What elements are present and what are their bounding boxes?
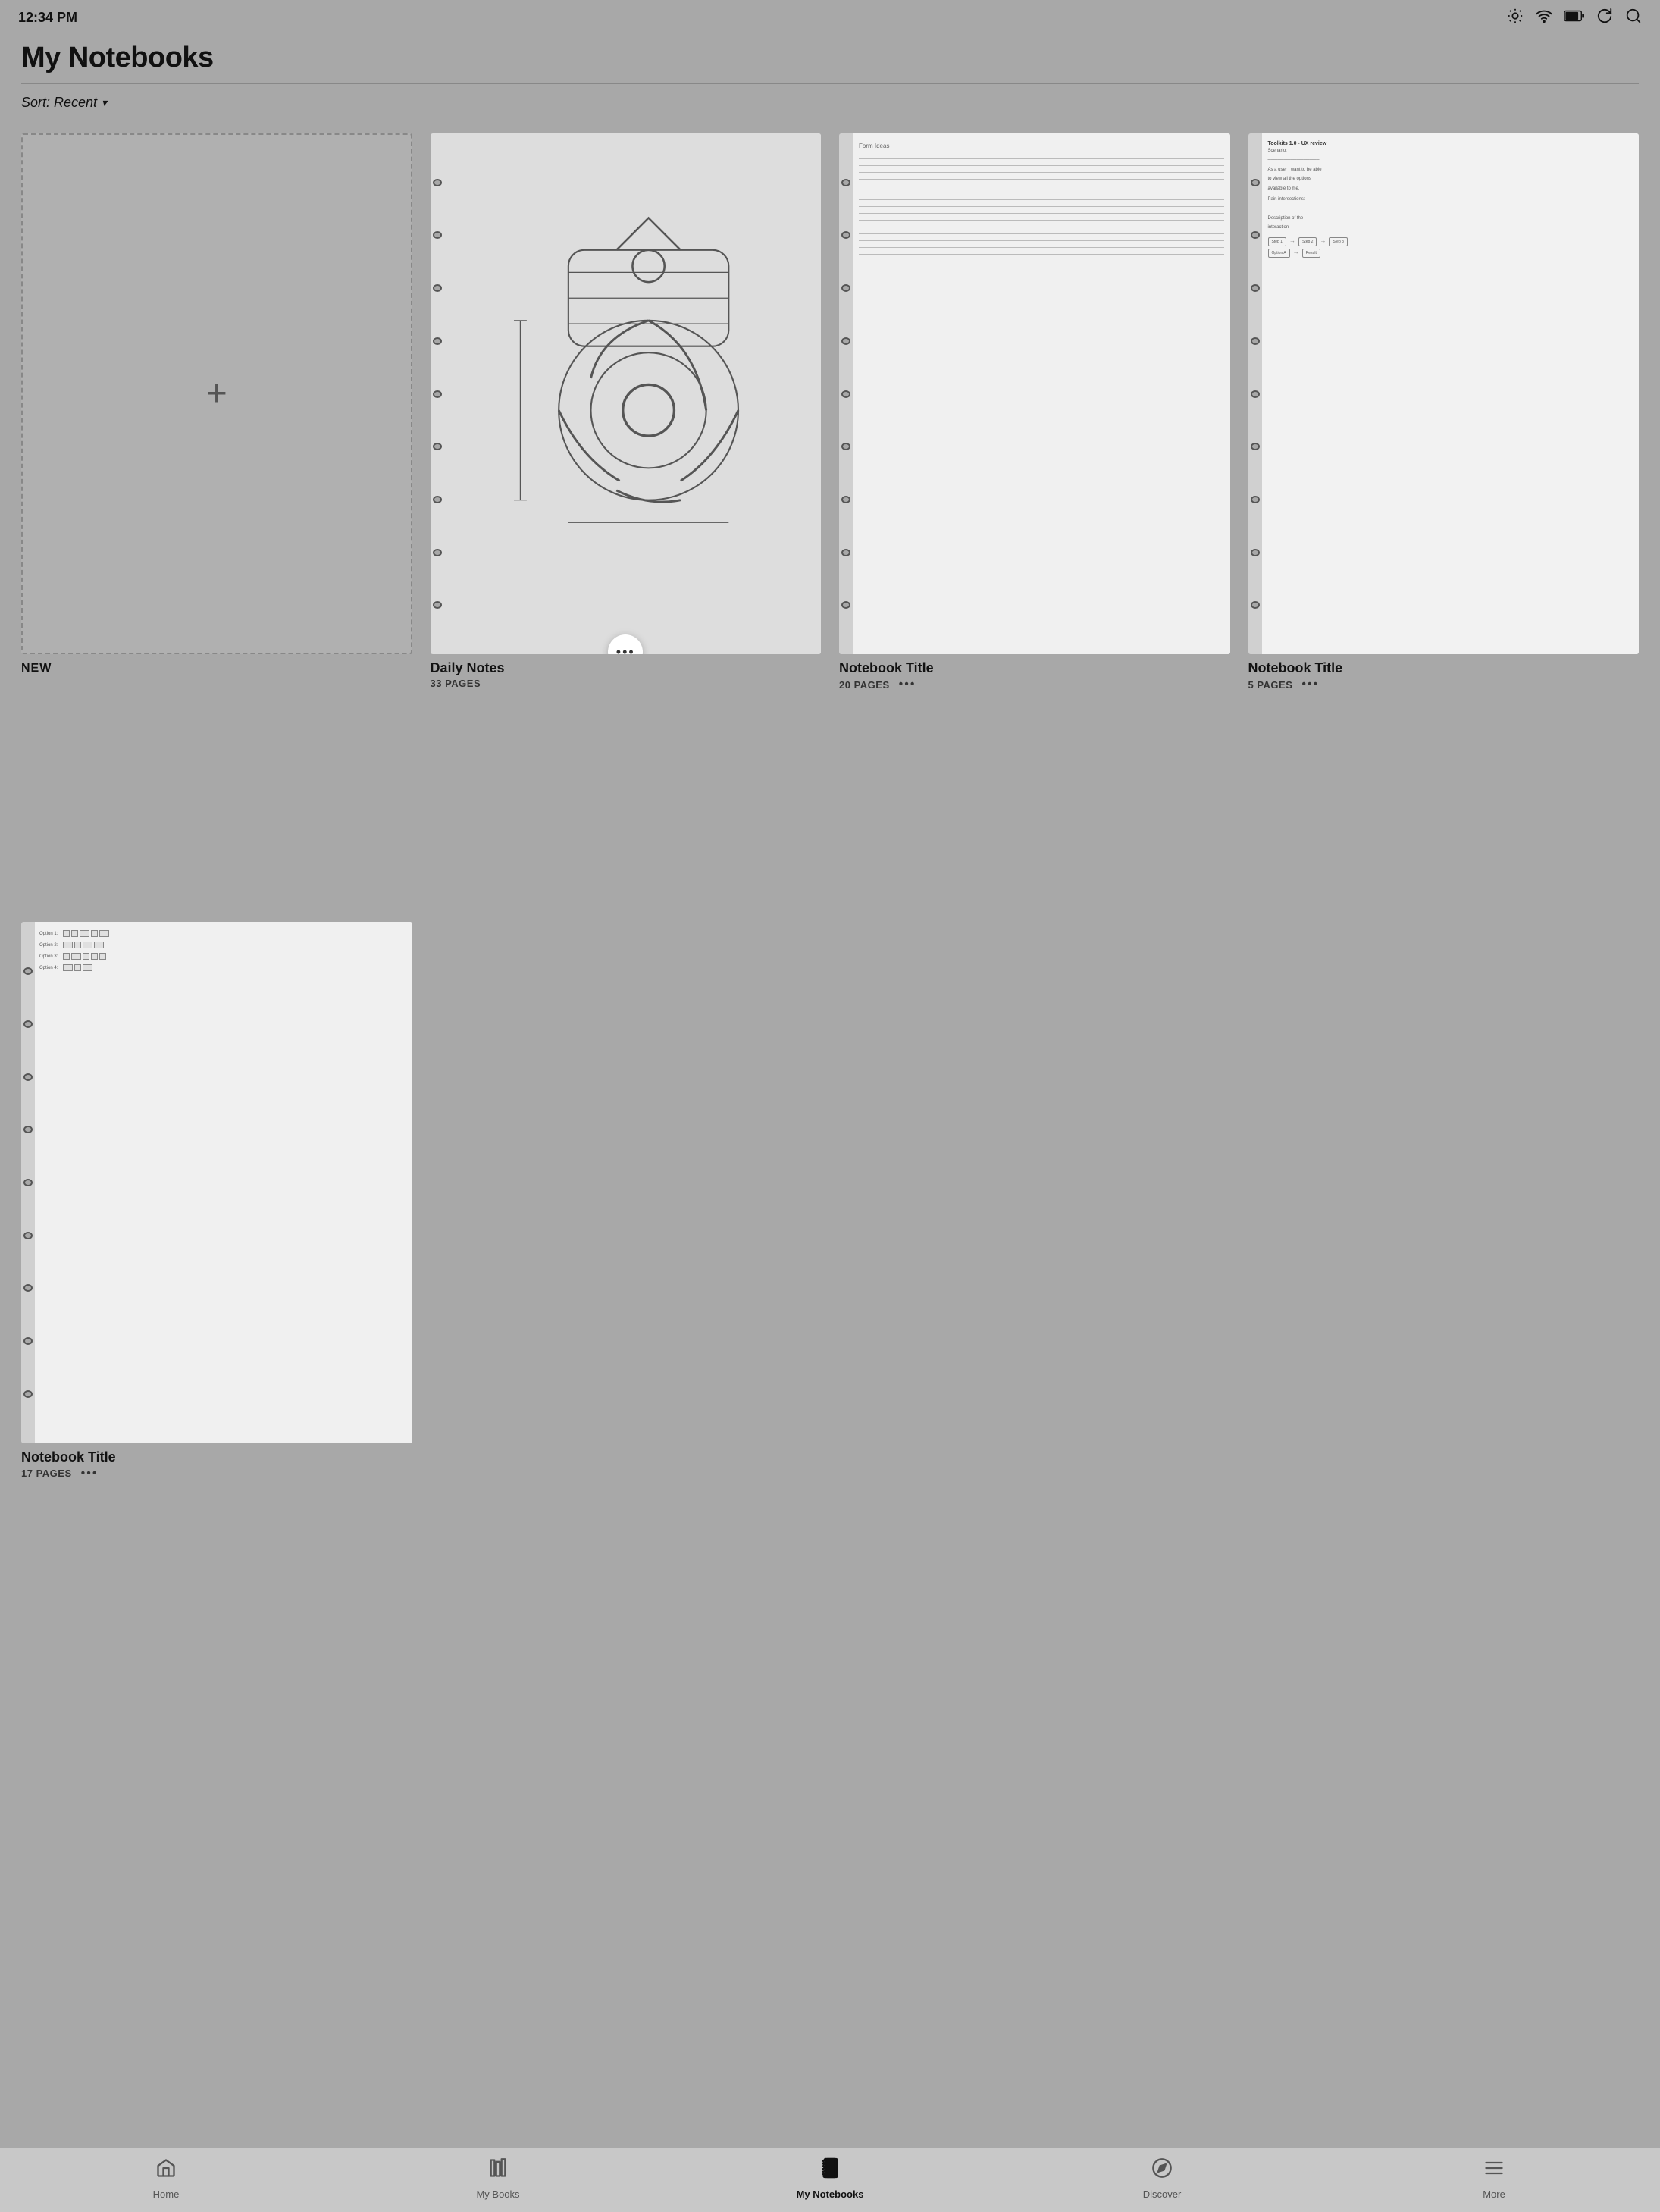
notebook-3-pages: 5 PAGES	[1248, 679, 1293, 691]
notebook-2-cover-art: Form Ideas	[853, 133, 1230, 654]
daily-notes-cover: •••	[431, 133, 822, 654]
content-spacer	[0, 1723, 1660, 2148]
notebook-3-cover: Toolkits 1.0 - UX review Scenario: ─────…	[1248, 133, 1640, 654]
spiral-binding	[431, 133, 444, 654]
nav-my-notebooks-label: My Notebooks	[797, 2189, 864, 2200]
daily-notes-pages: 33 PAGES	[431, 678, 481, 689]
notebook-4-item[interactable]: Option 1: Option 2:	[21, 922, 412, 1692]
spiral-binding-3	[1248, 133, 1262, 654]
sort-button[interactable]: Sort: Recent ▾	[21, 95, 107, 111]
notebook-3-cover-art: Toolkits 1.0 - UX review Scenario: ─────…	[1262, 133, 1640, 654]
sync-icon	[1596, 8, 1613, 28]
spiral-binding-4	[21, 922, 35, 1443]
sort-chevron-icon: ▾	[102, 96, 107, 109]
page-title: My Notebooks	[21, 42, 1639, 74]
notebook-2-info: Notebook Title 20 PAGES •••	[839, 660, 1230, 691]
wifi-icon	[1536, 8, 1552, 28]
daily-notes-item[interactable]: ••• Daily Notes 33 PAGES	[431, 133, 822, 904]
brightness-icon	[1507, 8, 1524, 28]
battery-icon	[1564, 10, 1584, 26]
notebook-3-info: Notebook Title 5 PAGES •••	[1248, 660, 1640, 691]
spiral-binding-2	[839, 133, 853, 654]
status-icons	[1507, 8, 1642, 28]
more-icon	[1483, 2157, 1505, 2184]
notebook-4-meta: 17 PAGES •••	[21, 1467, 412, 1480]
bottom-nav: Home My Books	[0, 2148, 1660, 2212]
daily-notes-cover-art	[444, 133, 822, 654]
nav-my-notebooks[interactable]: My Notebooks	[664, 2157, 996, 2200]
my-notebooks-icon	[819, 2157, 841, 2184]
notebooks-grid: + NEW	[0, 118, 1660, 1723]
daily-notes-meta: 33 PAGES	[431, 678, 822, 689]
status-bar: 12:34 PM	[0, 0, 1660, 34]
status-time: 12:34 PM	[18, 10, 77, 26]
notebook-4-cover: Option 1: Option 2:	[21, 922, 412, 1443]
notebook-2-pages: 20 PAGES	[839, 679, 890, 691]
nav-home[interactable]: Home	[0, 2157, 332, 2200]
notebook-4-cover-art: Option 1: Option 2:	[35, 922, 412, 1443]
nav-more-label: More	[1483, 2189, 1505, 2200]
search-header-icon[interactable]	[1625, 8, 1642, 28]
nav-home-label: Home	[153, 2189, 180, 2200]
plus-icon: +	[206, 376, 227, 412]
nav-more[interactable]: More	[1328, 2157, 1660, 2200]
new-notebook-cover: +	[21, 133, 412, 654]
notebook-2-item[interactable]: Form Ideas	[839, 133, 1230, 904]
notebook-2-name: Notebook Title	[839, 660, 1230, 676]
notebook-3-name: Notebook Title	[1248, 660, 1640, 676]
new-notebook-label: NEW	[21, 662, 52, 675]
notebook-4-info: Notebook Title 17 PAGES •••	[21, 1449, 412, 1480]
notebook-4-more-button[interactable]: •••	[81, 1467, 99, 1480]
nav-discover[interactable]: Discover	[996, 2157, 1328, 2200]
discover-icon	[1151, 2157, 1173, 2184]
sort-label: Sort: Recent	[21, 95, 97, 111]
nav-my-books-label: My Books	[476, 2189, 519, 2200]
notebook-2-meta: 20 PAGES •••	[839, 678, 1230, 691]
notebook-3-item[interactable]: Toolkits 1.0 - UX review Scenario: ─────…	[1248, 133, 1640, 904]
notebook-4-pages: 17 PAGES	[21, 1468, 72, 1479]
nav-my-books[interactable]: My Books	[332, 2157, 664, 2200]
notebook-3-more-button[interactable]: •••	[1301, 678, 1319, 691]
home-icon	[155, 2157, 177, 2184]
notebook-4-name: Notebook Title	[21, 1449, 412, 1465]
notebook-3-meta: 5 PAGES •••	[1248, 678, 1640, 691]
daily-notes-name: Daily Notes	[431, 660, 822, 676]
header: My Notebooks	[0, 34, 1660, 84]
new-notebook-item[interactable]: + NEW	[21, 133, 412, 904]
sort-bar: Sort: Recent ▾	[0, 84, 1660, 118]
notebook-2-cover: Form Ideas	[839, 133, 1230, 654]
nav-discover-label: Discover	[1143, 2189, 1182, 2200]
daily-notes-info: Daily Notes 33 PAGES	[431, 660, 822, 689]
notebook-2-more-button[interactable]: •••	[899, 678, 916, 691]
my-books-icon	[487, 2157, 509, 2184]
